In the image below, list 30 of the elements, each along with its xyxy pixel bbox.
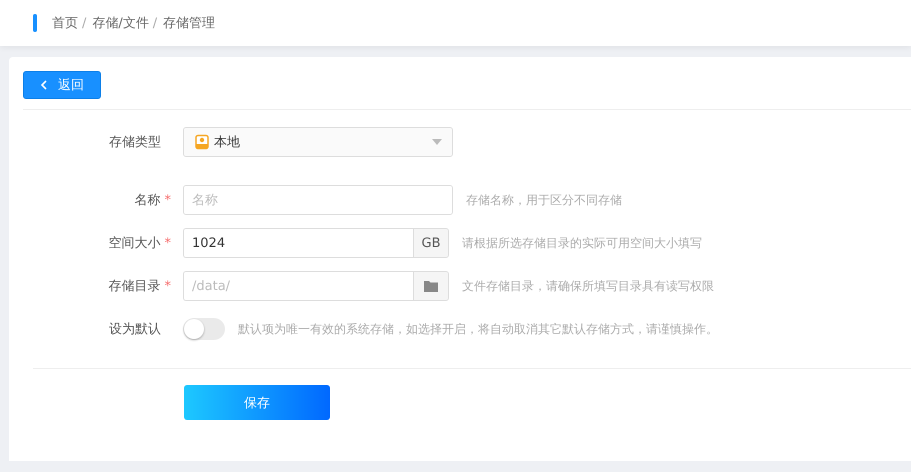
folder-button[interactable] <box>413 271 449 301</box>
save-button[interactable]: 保存 <box>184 385 330 420</box>
field-hint: 文件存储目录，请确保所填写目录具有读写权限 <box>462 278 714 294</box>
field-label: 设为默认 <box>109 322 161 337</box>
field-label: 名称 <box>134 193 160 208</box>
field-label: 存储目录 <box>108 279 160 294</box>
default-toggle[interactable] <box>183 318 225 340</box>
chevron-left-icon <box>40 80 48 90</box>
required-mark: * <box>164 236 171 251</box>
folder-icon <box>424 280 438 292</box>
directory-input[interactable]: /data/ <box>183 271 413 301</box>
breadcrumb-link[interactable]: 存储/文件 <box>92 14 149 32</box>
breadcrumb-separator: / <box>82 16 86 30</box>
caret-down-icon <box>432 139 442 145</box>
unit-label: GB <box>413 228 449 258</box>
required-mark: * <box>164 193 171 208</box>
storage-type-select[interactable]: 本地 <box>183 127 453 157</box>
field-label: 存储类型 <box>109 135 161 150</box>
name-input[interactable]: 名称 <box>183 185 453 215</box>
required-mark: * <box>164 279 171 294</box>
back-button[interactable]: 返回 <box>23 71 101 99</box>
field-hint: 请根据所选存储目录的实际可用空间大小填写 <box>462 234 702 252</box>
accent-bar <box>33 14 37 32</box>
field-label: 空间大小 <box>108 236 160 251</box>
field-hint: 存储名称，用于区分不同存储 <box>466 192 622 208</box>
drive-icon <box>194 134 210 150</box>
field-hint: 默认项为唯一有效的系统存储，如选择开启，将自动取消其它默认存储方式，请谨慎操作。 <box>238 320 718 338</box>
size-input[interactable]: 1024 <box>183 228 413 258</box>
breadcrumb-link[interactable]: 首页 <box>52 14 78 32</box>
breadcrumb-separator: / <box>152 16 158 30</box>
